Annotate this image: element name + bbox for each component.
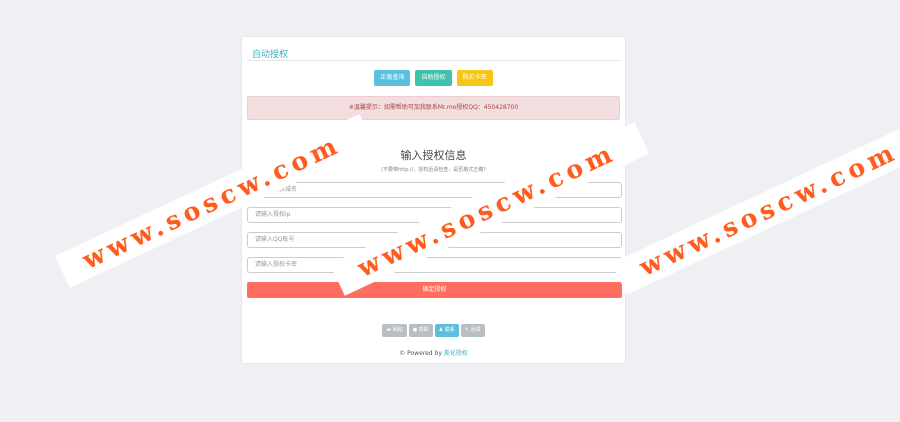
notice-alert: ※温馨提示：如需帮助可加我联系Mr.mo授权QQ：450428700 bbox=[247, 96, 620, 120]
auth-panel: 自动授权 正版查询 自助授权 购买卡密 ※温馨提示：如需帮助可加我联系Mr.mo… bbox=[241, 36, 626, 364]
window-icon: ▬ bbox=[386, 327, 392, 333]
self-auth-button[interactable]: 自助授权 bbox=[415, 70, 452, 86]
help-circle-icon: ● bbox=[412, 327, 418, 333]
footer-help-button[interactable]: ● 帮助 bbox=[408, 324, 433, 337]
qq-input[interactable]: 请输入QQ账号 bbox=[247, 232, 622, 248]
footer-help-label: 帮助 bbox=[418, 327, 429, 333]
submit-button[interactable]: 确定授权 bbox=[247, 282, 622, 298]
powered-prefix: © Powered by bbox=[399, 350, 444, 357]
user-icon: ♟ bbox=[438, 327, 444, 333]
card-key-input[interactable]: 请输入授权卡密 bbox=[247, 257, 622, 273]
footer-nav: ▬ 网站 ● 帮助 ♟ 联系 ✎ 反馈 bbox=[242, 324, 625, 337]
panel-title: 自动授权 bbox=[252, 50, 289, 60]
query-button[interactable]: 正版查询 bbox=[374, 70, 411, 86]
action-button-row: 正版查询 自助授权 购买卡密 bbox=[242, 70, 625, 86]
powered-link[interactable]: 美化授权 bbox=[444, 350, 468, 357]
footer-contact-label: 联系 bbox=[444, 327, 455, 333]
footer-feedback-label: 反馈 bbox=[470, 327, 481, 333]
pencil-icon: ✎ bbox=[464, 327, 469, 333]
title-divider bbox=[247, 60, 620, 61]
form-subheading: (不要带http://，授权后请检查，是否格式正确? bbox=[381, 167, 486, 173]
footer-site-button[interactable]: ▬ 网站 bbox=[382, 324, 407, 337]
footer-contact-button[interactable]: ♟ 联系 bbox=[434, 324, 459, 337]
watermark-right: www.soscw.com bbox=[612, 121, 900, 295]
ip-input[interactable]: 请输入授权ip bbox=[247, 207, 622, 223]
domain-input[interactable]: 请输入授权域名 bbox=[247, 182, 622, 198]
buy-card-button[interactable]: 购买卡密 bbox=[456, 70, 493, 86]
powered-by: © Powered by 美化授权 bbox=[242, 348, 625, 357]
footer-site-label: 网站 bbox=[392, 327, 403, 333]
footer-feedback-button[interactable]: ✎ 反馈 bbox=[460, 324, 485, 337]
form-heading: 输入授权信息 bbox=[400, 149, 467, 162]
